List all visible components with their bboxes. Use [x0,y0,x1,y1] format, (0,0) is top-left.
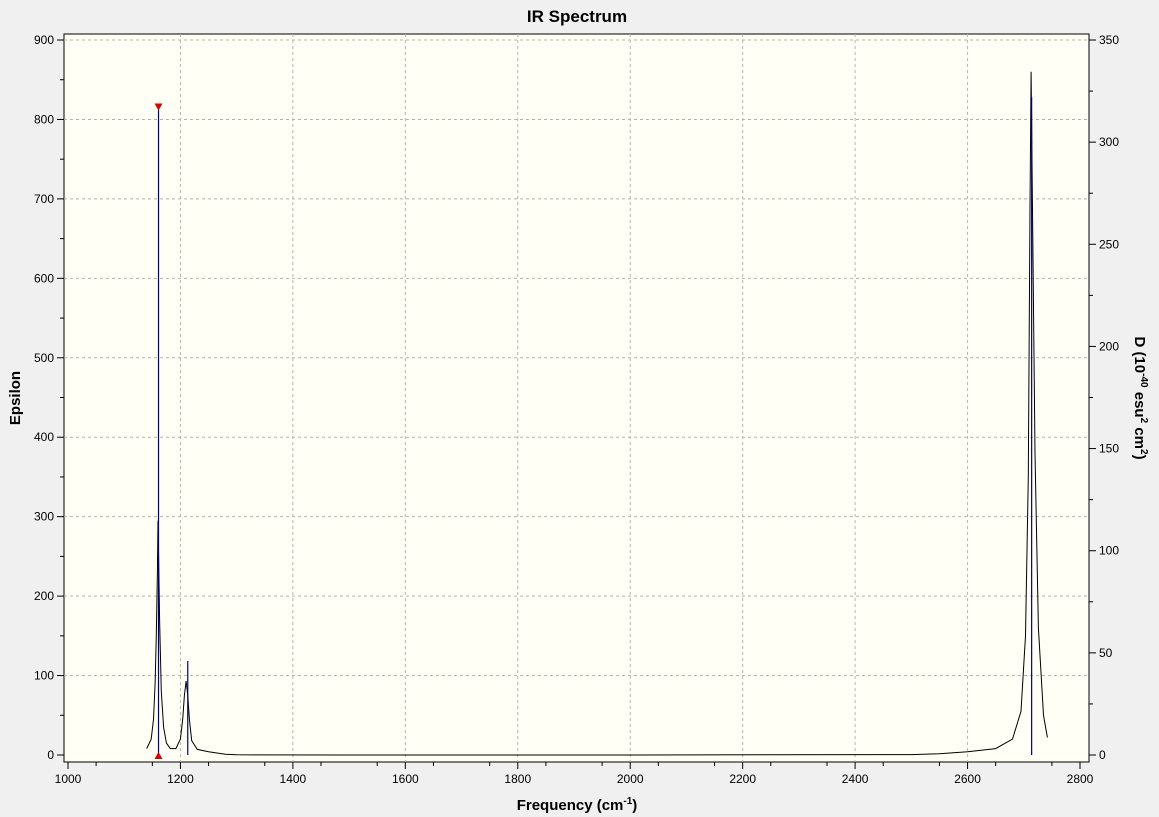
y-axis-left-title: Epsilon [7,371,24,425]
y-right-tick-label: 0 [1099,748,1106,762]
y-left-tick-label: 300 [34,510,54,524]
chart-title: IR Spectrum [527,7,627,26]
y-left-tick-label: 800 [34,112,54,126]
y-left-tick-label: 600 [34,271,54,285]
y-right-tick-label: 200 [1099,339,1119,353]
y-right-tick-label: 50 [1099,646,1113,660]
y-axis-right-title: D (10-40 esu2 cm2) [1131,336,1149,459]
x-tick-label: 1600 [392,772,419,786]
y-left-tick-label: 900 [34,33,54,47]
x-axis-title: Frequency (cm-1) [517,796,638,814]
x-tick-label: 1000 [55,772,82,786]
y-left-tick-label: 400 [34,430,54,444]
y-left-tick-label: 0 [47,748,54,762]
y-left-tick-label: 200 [34,589,54,603]
y-left-tick-label: 500 [34,351,54,365]
y-right-tick-label: 150 [1099,442,1119,456]
x-tick-label: 1400 [280,772,307,786]
x-tick-label: 2000 [617,772,644,786]
y-right-tick-label: 350 [1099,33,1119,47]
ir-spectrum-chart: 1000 1200 1400 1600 1800 2000 2200 2400 2600 2800… [7,7,1149,814]
x-tick-label: 2800 [1067,772,1094,786]
plot-area [63,33,1090,763]
x-tick-label: 2600 [954,772,981,786]
y-right-tick-label: 100 [1099,544,1119,558]
x-tick-label: 1200 [167,772,194,786]
y-left-tick-label: 100 [34,669,54,683]
y-right-tick-label: 300 [1099,135,1119,149]
x-tick-label: 2400 [842,772,869,786]
x-tick-label: 2200 [729,772,756,786]
x-tick-label: 1800 [504,772,531,786]
y-left-tick-label: 700 [34,192,54,206]
y-right-tick-label: 250 [1099,237,1119,251]
